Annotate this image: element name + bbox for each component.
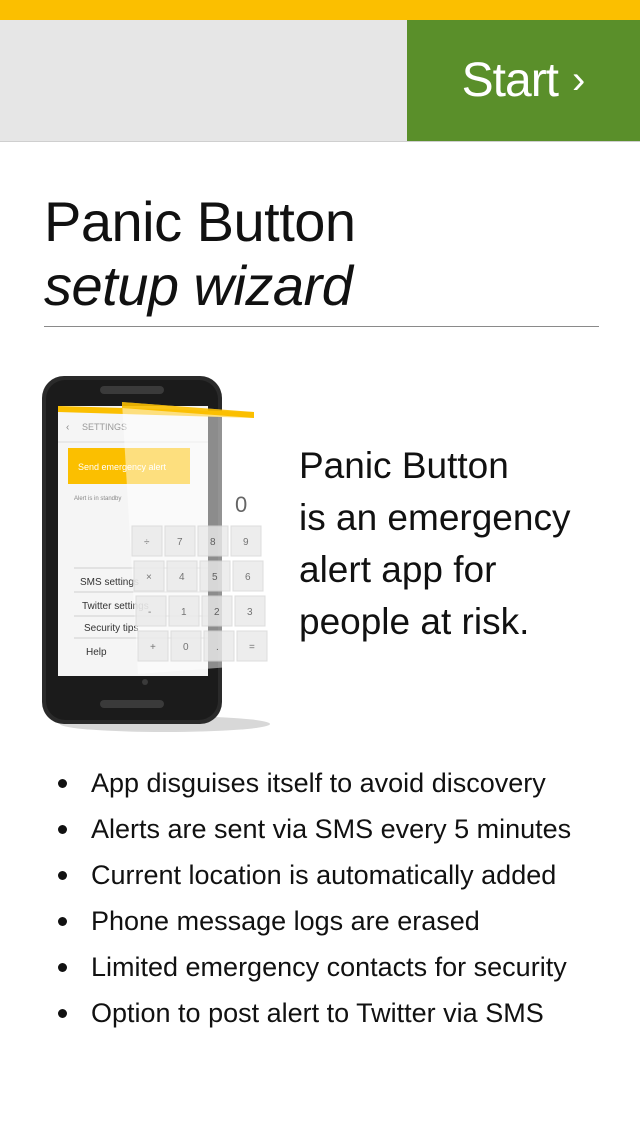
bullet-icon xyxy=(58,962,67,972)
calculator-key: 5 xyxy=(212,572,218,583)
menu-item: Security tips xyxy=(84,623,138,634)
calculator-display: 0 xyxy=(235,492,247,517)
header-bar: Start › xyxy=(0,20,640,142)
intro-line: Panic Button xyxy=(299,445,509,486)
list-item: Alerts are sent via SMS every 5 minutes xyxy=(54,806,634,852)
feature-text: Phone message logs are erased xyxy=(91,905,480,936)
calculator-key: 1 xyxy=(181,607,187,618)
phone-illustration: ‹ SETTINGS Send emergency alert Alert is… xyxy=(42,376,270,732)
calculator-key: 2 xyxy=(214,607,220,618)
calculator-key: 8 xyxy=(210,537,216,548)
calculator-key: + xyxy=(150,642,156,653)
calculator-key: 3 xyxy=(247,607,253,618)
list-item: Limited emergency contacts for security xyxy=(54,944,634,990)
calculator-key: 7 xyxy=(177,537,183,548)
calculator-key: ÷ xyxy=(144,537,150,548)
feature-text: Limited emergency contacts for security xyxy=(91,951,567,982)
feature-text: Option to post alert to Twitter via SMS xyxy=(91,997,544,1028)
bullet-icon xyxy=(58,916,67,926)
feature-list: App disguises itself to avoid discovery … xyxy=(54,760,634,1036)
intro-line: alert app for xyxy=(299,549,497,590)
calculator-key: = xyxy=(249,642,255,653)
intro-text: Panic Button is an emergency alert app f… xyxy=(299,440,619,648)
feature-text: Current location is automatically added xyxy=(91,859,557,890)
calculator-key: 0 xyxy=(183,642,189,653)
bullet-icon xyxy=(58,824,67,834)
menu-item: Help xyxy=(86,647,107,658)
title-divider xyxy=(44,326,599,327)
bullet-icon xyxy=(58,778,67,788)
intro-line: people at risk. xyxy=(299,601,530,642)
chevron-right-icon: › xyxy=(572,58,586,102)
status-text: Alert is in standby xyxy=(74,496,121,502)
settings-label: SETTINGS xyxy=(82,422,127,432)
page-title: Panic Button setup wizard xyxy=(44,190,600,318)
list-item: Phone message logs are erased xyxy=(54,898,634,944)
start-button-label: Start xyxy=(461,54,559,107)
bullet-icon xyxy=(58,1008,67,1018)
feature-text: App disguises itself to avoid discovery xyxy=(91,767,546,798)
start-button[interactable]: Start › xyxy=(407,20,640,141)
list-item: Option to post alert to Twitter via SMS xyxy=(54,990,634,1036)
calculator-key: × xyxy=(146,572,152,583)
calculator-key: - xyxy=(148,607,151,618)
calculator-key: 6 xyxy=(245,572,251,583)
intro-line: is an emergency xyxy=(299,497,571,538)
bullet-icon xyxy=(58,870,67,880)
calculator-key: 9 xyxy=(243,537,249,548)
title-subtitle: setup wizard xyxy=(44,254,353,317)
top-accent-stripe xyxy=(0,0,640,20)
settings-back-icon: ‹ xyxy=(66,422,69,433)
menu-item: SMS settings xyxy=(80,577,139,588)
calculator-key: 4 xyxy=(179,572,185,583)
list-item: App disguises itself to avoid discovery xyxy=(54,760,634,806)
title-main: Panic Button xyxy=(44,190,356,253)
list-item: Current location is automatically added xyxy=(54,852,634,898)
feature-text: Alerts are sent via SMS every 5 minutes xyxy=(91,813,572,844)
calculator-key: . xyxy=(216,642,219,653)
